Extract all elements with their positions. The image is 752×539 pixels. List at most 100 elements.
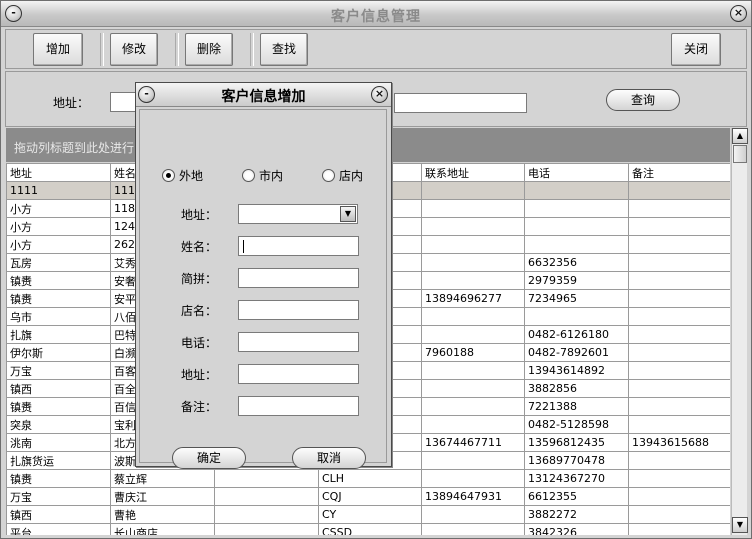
- table-cell[interactable]: 1111: [6, 181, 111, 200]
- table-cell[interactable]: [421, 253, 525, 272]
- table-cell[interactable]: [628, 289, 730, 308]
- table-cell[interactable]: [421, 469, 525, 488]
- table-cell[interactable]: [421, 307, 525, 326]
- table-cell[interactable]: [524, 181, 629, 200]
- table-cell[interactable]: [628, 343, 730, 362]
- table-cell[interactable]: 13943614892: [524, 361, 629, 380]
- region-select[interactable]: ▼: [238, 204, 358, 224]
- close-icon[interactable]: ×: [371, 86, 388, 103]
- chevron-down-icon[interactable]: ▼: [340, 206, 356, 222]
- table-cell[interactable]: 镇赉: [6, 289, 111, 308]
- table-cell[interactable]: 6612355: [524, 487, 629, 506]
- arrow-down-icon[interactable]: ▼: [732, 517, 748, 533]
- table-cell[interactable]: [628, 397, 730, 416]
- table-cell[interactable]: 曹艳: [110, 505, 215, 524]
- table-cell[interactable]: 镇赉: [6, 469, 111, 488]
- table-cell[interactable]: [628, 523, 730, 535]
- table-cell[interactable]: [214, 469, 319, 488]
- table-cell[interactable]: [628, 451, 730, 470]
- name-field[interactable]: [238, 236, 359, 256]
- table-cell[interactable]: 3882272: [524, 505, 629, 524]
- table-cell[interactable]: CQJ: [318, 487, 422, 506]
- scroll-thumb[interactable]: [733, 145, 747, 163]
- table-cell[interactable]: [524, 307, 629, 326]
- radio-city[interactable]: 市内: [242, 167, 283, 184]
- table-cell[interactable]: [628, 469, 730, 488]
- table-cell[interactable]: 7234965: [524, 289, 629, 308]
- table-cell[interactable]: 万宝: [6, 361, 111, 380]
- column-header[interactable]: 地址: [6, 163, 111, 182]
- table-cell[interactable]: [524, 235, 629, 254]
- add-button[interactable]: 增加: [33, 33, 83, 66]
- table-cell[interactable]: [628, 361, 730, 380]
- table-cell[interactable]: [421, 217, 525, 236]
- table-cell[interactable]: [628, 379, 730, 398]
- table-cell[interactable]: 0482-6126180: [524, 325, 629, 344]
- vertical-scrollbar[interactable]: ▲ ▼: [731, 128, 748, 535]
- table-cell[interactable]: [214, 523, 319, 535]
- search-input[interactable]: [394, 93, 527, 113]
- table-cell[interactable]: 小方: [6, 235, 111, 254]
- note-field[interactable]: [238, 396, 359, 416]
- address-field[interactable]: [238, 364, 359, 384]
- table-cell[interactable]: [628, 307, 730, 326]
- table-cell[interactable]: 小方: [6, 199, 111, 218]
- table-cell[interactable]: 镇赉: [6, 397, 111, 416]
- cancel-button[interactable]: 取消: [292, 447, 366, 469]
- table-cell[interactable]: 2979359: [524, 271, 629, 290]
- table-cell[interactable]: 13689770478: [524, 451, 629, 470]
- table-cell[interactable]: 13674467711: [421, 433, 525, 452]
- column-header[interactable]: 联系地址: [421, 163, 525, 182]
- close-icon[interactable]: ×: [730, 5, 747, 22]
- table-cell[interactable]: [628, 235, 730, 254]
- column-header[interactable]: 电话: [524, 163, 629, 182]
- table-cell[interactable]: 万宝: [6, 487, 111, 506]
- table-cell[interactable]: 长山商店: [110, 523, 215, 535]
- table-cell[interactable]: 小方: [6, 217, 111, 236]
- delete-button[interactable]: 删除: [185, 33, 233, 66]
- table-cell[interactable]: 0482-7892601: [524, 343, 629, 362]
- table-cell[interactable]: [421, 361, 525, 380]
- table-cell[interactable]: 0482-5128598: [524, 415, 629, 434]
- table-cell[interactable]: [524, 217, 629, 236]
- radio-store[interactable]: 店内: [322, 167, 363, 184]
- radio-circle[interactable]: [162, 169, 175, 182]
- table-row[interactable]: 镇西 曹艳 CY 3882272: [6, 505, 730, 524]
- table-cell[interactable]: [628, 487, 730, 506]
- find-button[interactable]: 查找: [260, 33, 308, 66]
- table-cell[interactable]: 6632356: [524, 253, 629, 272]
- table-cell[interactable]: 曹庆江: [110, 487, 215, 506]
- table-cell[interactable]: [628, 181, 730, 200]
- column-header[interactable]: 备注: [628, 163, 730, 182]
- table-cell[interactable]: 伊尔斯: [6, 343, 111, 362]
- table-cell[interactable]: [421, 451, 525, 470]
- table-cell[interactable]: 3882856: [524, 379, 629, 398]
- table-cell[interactable]: 蔡立辉: [110, 469, 215, 488]
- table-row[interactable]: 平台 长山商店 CSSD 3842326: [6, 523, 730, 535]
- table-cell[interactable]: 13124367270: [524, 469, 629, 488]
- radio-circle[interactable]: [322, 169, 335, 182]
- table-cell[interactable]: [421, 181, 525, 200]
- table-cell[interactable]: [628, 325, 730, 344]
- table-cell[interactable]: [628, 271, 730, 290]
- table-cell[interactable]: [628, 217, 730, 236]
- table-cell[interactable]: 3842326: [524, 523, 629, 535]
- table-cell[interactable]: [421, 235, 525, 254]
- ok-button[interactable]: 确定: [172, 447, 246, 469]
- table-cell[interactable]: [524, 199, 629, 218]
- table-cell[interactable]: 平台: [6, 523, 111, 535]
- table-cell[interactable]: [421, 505, 525, 524]
- phone-field[interactable]: [238, 332, 359, 352]
- table-cell[interactable]: 镇赉: [6, 271, 111, 290]
- table-cell[interactable]: 镇西: [6, 379, 111, 398]
- table-cell[interactable]: 瓦房: [6, 253, 111, 272]
- table-cell[interactable]: 13596812435: [524, 433, 629, 452]
- table-cell[interactable]: [421, 397, 525, 416]
- edit-button[interactable]: 修改: [110, 33, 158, 66]
- table-cell[interactable]: 7221388: [524, 397, 629, 416]
- table-cell[interactable]: 13894647931: [421, 487, 525, 506]
- table-cell[interactable]: 突泉: [6, 415, 111, 434]
- table-cell[interactable]: 扎旗: [6, 325, 111, 344]
- table-cell[interactable]: CSSD: [318, 523, 422, 535]
- table-cell[interactable]: [628, 199, 730, 218]
